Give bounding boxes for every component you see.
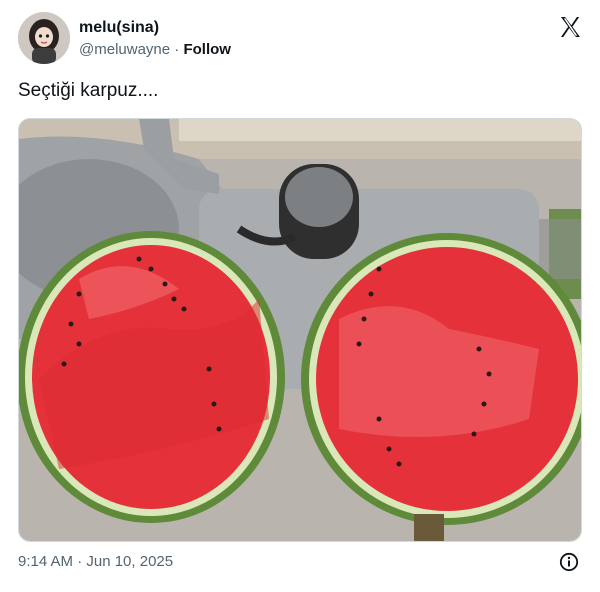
watermelon-photo bbox=[19, 119, 581, 541]
info-icon[interactable] bbox=[559, 552, 579, 572]
author-handle[interactable]: @meluwayne bbox=[79, 41, 170, 58]
profile-avatar[interactable] bbox=[18, 12, 70, 64]
profile-avatar-icon bbox=[18, 12, 70, 64]
separator-dot: · bbox=[174, 41, 180, 58]
x-logo-icon[interactable] bbox=[558, 15, 582, 39]
follow-button[interactable]: Follow bbox=[183, 41, 231, 58]
tweet-photo[interactable] bbox=[18, 118, 582, 542]
tweet-header: melu(sina) @meluwayne · Follow bbox=[18, 12, 584, 68]
tweet-text: Seçtiği karpuz.... bbox=[18, 80, 159, 101]
author-handle-row: @meluwayne · Follow bbox=[79, 41, 231, 58]
tweet-timestamp[interactable]: 9:14 AM · Jun 10, 2025 bbox=[18, 553, 173, 570]
author-name[interactable]: melu(sina) bbox=[79, 19, 159, 37]
